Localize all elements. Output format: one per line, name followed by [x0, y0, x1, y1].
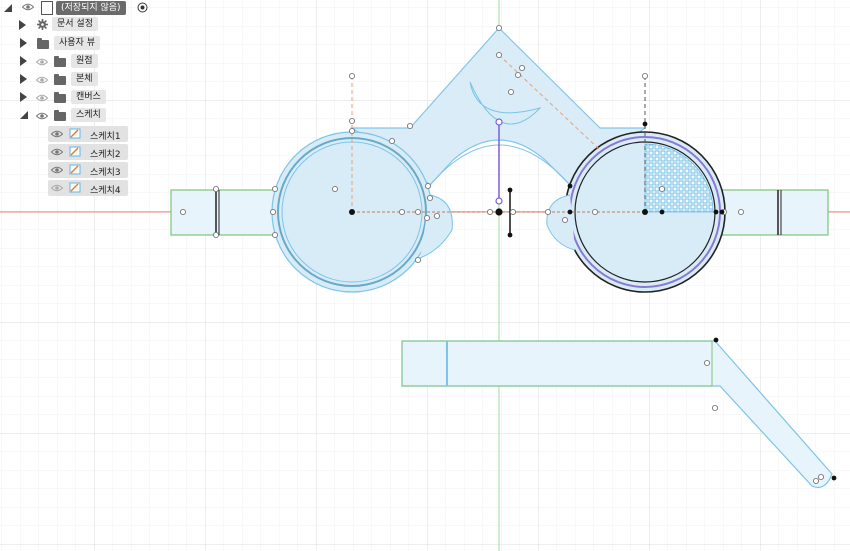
left-temple-body[interactable]: [170, 189, 277, 236]
sketch-point: [507, 88, 515, 96]
expand-canvases-icon[interactable]: [20, 92, 27, 102]
folder-icon: [54, 56, 66, 67]
sketch-point: [348, 72, 356, 80]
sketch-point: [433, 212, 441, 220]
fixed-point: [719, 209, 725, 215]
canvases-label[interactable]: 캔버스: [71, 90, 106, 104]
sketches-label[interactable]: 스케치: [71, 108, 106, 122]
visibility-eye-icon[interactable]: [51, 184, 63, 192]
sketch-icon: [69, 146, 81, 157]
activate-radio-icon[interactable]: [137, 2, 148, 13]
fixed-point: [567, 183, 573, 189]
sketch-point: [641, 72, 649, 80]
sketch-point: [269, 208, 277, 216]
origin-point-left-lens: [349, 209, 355, 215]
fixed-point: [659, 209, 665, 215]
sketch-point: [406, 122, 414, 130]
sketch-point: [414, 256, 422, 264]
folder-icon: [54, 74, 66, 85]
visibility-eye-icon[interactable]: [51, 148, 63, 156]
user-views-label[interactable]: 사용자 뷰: [54, 36, 100, 50]
bodies-label[interactable]: 본체: [71, 72, 98, 86]
sketch-point: [514, 71, 522, 79]
expand-origin-icon[interactable]: [20, 56, 27, 66]
sketch-point: [703, 359, 711, 367]
sketch-point: [212, 231, 220, 239]
origin-point: [495, 208, 503, 216]
sketch-point: [414, 208, 422, 216]
fixed-point: [507, 232, 513, 238]
expand-user-views-icon[interactable]: [20, 38, 27, 48]
folder-icon: [54, 92, 66, 103]
folder-icon: [37, 38, 49, 49]
sketch-point: [271, 185, 279, 193]
sketch-icon: [69, 182, 81, 193]
fixed-point: [713, 337, 719, 343]
document-icon: [41, 1, 53, 15]
sketch-point: [388, 137, 396, 145]
doc-settings-label[interactable]: 문서 설정: [52, 17, 98, 31]
sketch-point: [495, 51, 503, 59]
visibility-eye-icon[interactable]: [36, 112, 48, 120]
origin-label[interactable]: 원점: [71, 54, 98, 68]
expand-bodies-icon[interactable]: [20, 74, 27, 84]
visibility-eye-icon[interactable]: [22, 3, 34, 11]
expand-doc-settings-icon[interactable]: [19, 20, 27, 30]
sketch-point: [711, 404, 719, 412]
sketch-point: [737, 208, 745, 216]
sketch-point: [518, 64, 526, 72]
selected-point-bottom[interactable]: [495, 197, 503, 205]
sketch-point: [591, 208, 599, 216]
origin-point-right-lens: [642, 209, 648, 215]
sketch-point: [423, 214, 431, 222]
sketch-point: [426, 194, 434, 202]
gear-icon: [37, 19, 48, 30]
sketch-point: [509, 208, 517, 216]
visibility-eye-icon[interactable]: [36, 76, 48, 84]
fixed-point: [507, 187, 513, 193]
sketch-point: [812, 477, 820, 485]
sketch-2-label[interactable]: 스케치2: [90, 147, 121, 160]
right-temple-body[interactable]: [721, 189, 829, 236]
sketch-icon: [69, 128, 81, 139]
fixed-point: [831, 475, 837, 481]
selected-point-top[interactable]: [495, 118, 503, 126]
sketch-point: [179, 208, 187, 216]
sketch-point: [348, 117, 356, 125]
sketch-point: [331, 185, 339, 193]
visibility-eye-icon[interactable]: [51, 166, 63, 174]
sketch-point: [495, 24, 503, 32]
sketch-point: [424, 182, 432, 190]
sketch-3-label[interactable]: 스케치3: [90, 165, 121, 178]
sketch-1-label[interactable]: 스케치1: [90, 129, 121, 142]
sketch-point: [398, 208, 406, 216]
sketch-icon: [69, 164, 81, 175]
visibility-eye-icon[interactable]: [36, 58, 48, 66]
sketch-point: [561, 216, 569, 224]
sketch-point: [348, 127, 356, 135]
sketch-point: [271, 231, 279, 239]
document-root-label[interactable]: (저장되지 않음): [56, 1, 126, 15]
sketch-point: [544, 208, 552, 216]
fixed-point: [642, 121, 648, 127]
sketch-point: [212, 185, 220, 193]
sketch-4-label[interactable]: 스케치4: [90, 183, 121, 196]
sketch-point: [658, 185, 666, 193]
visibility-eye-icon[interactable]: [51, 130, 63, 138]
folder-icon: [54, 110, 66, 121]
sketch-point: [817, 473, 825, 481]
browser-panel: (저장되지 않음) 문서 설정 사용자 뷰 원점 본체 캔버스 스케치 스케치1…: [0, 0, 160, 200]
fixed-point: [567, 209, 573, 215]
fixed-point: [713, 209, 719, 215]
visibility-eye-icon[interactable]: [36, 94, 48, 102]
collapse-sketches-icon[interactable]: [20, 111, 28, 119]
sketch-point: [486, 208, 494, 216]
collapse-root-icon[interactable]: [4, 4, 12, 12]
